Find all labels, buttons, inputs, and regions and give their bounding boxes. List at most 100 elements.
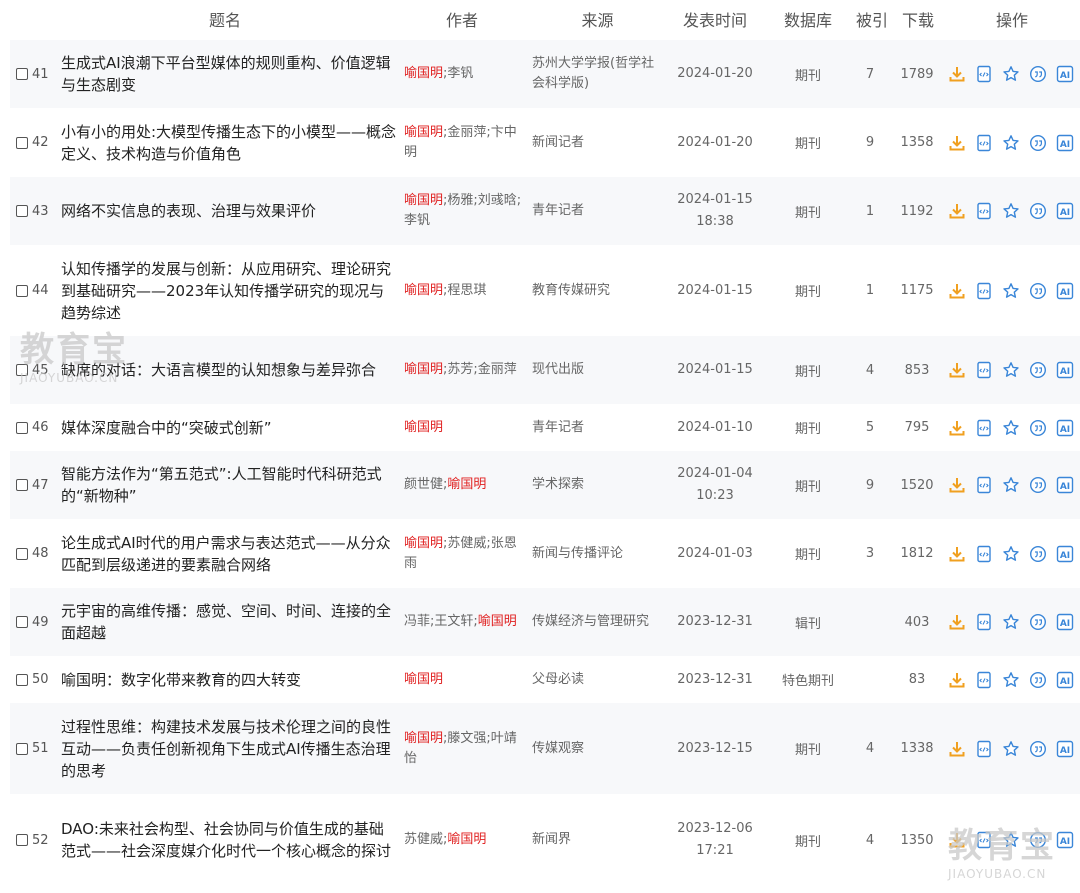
row-checkbox[interactable]: [16, 616, 28, 628]
ai-assistant-icon[interactable]: AI: [1055, 544, 1075, 564]
favorite-star-icon[interactable]: [1001, 739, 1021, 759]
article-title-link[interactable]: 缺席的对话：大语言模型的认知想象与差异弥合: [61, 359, 376, 381]
download-icon[interactable]: [947, 670, 967, 690]
html-read-icon[interactable]: [974, 281, 994, 301]
favorite-star-icon[interactable]: [1001, 201, 1021, 221]
source-link[interactable]: 新闻界: [532, 830, 571, 850]
cite-quote-icon[interactable]: [1028, 739, 1048, 759]
download-icon[interactable]: [947, 360, 967, 380]
cite-quote-icon[interactable]: [1028, 64, 1048, 84]
author-name[interactable]: 喻国明: [404, 420, 443, 435]
source-link[interactable]: 传媒经济与管理研究: [532, 612, 649, 632]
author-name[interactable]: 喻国明: [404, 731, 443, 746]
source-link[interactable]: 父母必读: [532, 670, 584, 690]
download-icon[interactable]: [947, 544, 967, 564]
author-name[interactable]: 喻国明: [404, 125, 443, 140]
row-checkbox[interactable]: [16, 479, 28, 491]
favorite-star-icon[interactable]: [1001, 360, 1021, 380]
row-checkbox[interactable]: [16, 284, 28, 297]
ai-assistant-icon[interactable]: AI: [1055, 133, 1075, 153]
html-read-icon[interactable]: [974, 201, 994, 221]
row-checkbox[interactable]: [16, 421, 28, 434]
download-icon[interactable]: [947, 281, 967, 301]
source-link[interactable]: 苏州大学学报(哲学社会科学版): [532, 54, 664, 94]
favorite-star-icon[interactable]: [1001, 281, 1021, 301]
source-link[interactable]: 新闻记者: [532, 133, 584, 153]
favorite-star-icon[interactable]: [1001, 670, 1021, 690]
cite-quote-icon[interactable]: [1028, 360, 1048, 380]
cite-quote-icon[interactable]: [1028, 830, 1048, 850]
html-read-icon[interactable]: [974, 64, 994, 84]
header-downloads[interactable]: 下载: [897, 0, 939, 40]
author-name[interactable]: 喻国明: [404, 283, 443, 298]
html-read-icon[interactable]: [974, 670, 994, 690]
download-icon[interactable]: [947, 64, 967, 84]
source-link[interactable]: 传媒观察: [532, 739, 584, 759]
author-name[interactable]: 喻国明: [404, 362, 443, 377]
row-checkbox[interactable]: [16, 68, 28, 80]
cite-quote-icon[interactable]: [1028, 544, 1048, 564]
html-read-icon[interactable]: [974, 475, 994, 495]
favorite-star-icon[interactable]: [1001, 418, 1021, 438]
header-cited[interactable]: 被引: [852, 0, 892, 40]
author-name[interactable]: 喻国明: [447, 832, 486, 847]
article-title-link[interactable]: 论生成式AI时代的用户需求与表达范式——从分众匹配到层级递进的要素融合网络: [61, 532, 398, 576]
ai-assistant-icon[interactable]: AI: [1055, 418, 1075, 438]
author-name[interactable]: 喻国明: [404, 193, 443, 208]
download-icon[interactable]: [947, 133, 967, 153]
source-link[interactable]: 现代出版: [532, 360, 584, 380]
cite-quote-icon[interactable]: [1028, 133, 1048, 153]
ai-assistant-icon[interactable]: AI: [1055, 670, 1075, 690]
row-checkbox[interactable]: [16, 673, 28, 686]
favorite-star-icon[interactable]: [1001, 64, 1021, 84]
ai-assistant-icon[interactable]: AI: [1055, 64, 1075, 84]
article-title-link[interactable]: 媒体深度融合中的“突破式创新”: [61, 417, 272, 439]
download-icon[interactable]: [947, 739, 967, 759]
ai-assistant-icon[interactable]: AI: [1055, 360, 1075, 380]
header-date[interactable]: 发表时间: [670, 0, 760, 40]
article-title-link[interactable]: 生成式AI浪潮下平台型媒体的规则重构、价值逻辑与生态剧变: [61, 52, 398, 96]
ai-assistant-icon[interactable]: AI: [1055, 739, 1075, 759]
download-icon[interactable]: [947, 201, 967, 221]
source-link[interactable]: 青年记者: [532, 201, 584, 221]
article-title-link[interactable]: 小有小的用处:大模型传播生态下的小模型——概念定义、技术构造与价值角色: [61, 121, 398, 165]
html-read-icon[interactable]: [974, 133, 994, 153]
article-title-link[interactable]: 元宇宙的高维传播：感觉、空间、时间、连接的全面超越: [61, 600, 398, 644]
html-read-icon[interactable]: [974, 544, 994, 564]
author-name[interactable]: 喻国明: [478, 614, 517, 629]
cite-quote-icon[interactable]: [1028, 418, 1048, 438]
cite-quote-icon[interactable]: [1028, 475, 1048, 495]
article-title-link[interactable]: 喻国明：数字化带来教育的四大转变: [61, 669, 301, 691]
article-title-link[interactable]: 网络不实信息的表现、治理与效果评价: [61, 200, 316, 222]
author-name[interactable]: 喻国明: [447, 477, 486, 492]
download-icon[interactable]: [947, 475, 967, 495]
ai-assistant-icon[interactable]: AI: [1055, 612, 1075, 632]
cite-quote-icon[interactable]: [1028, 670, 1048, 690]
html-read-icon[interactable]: [974, 360, 994, 380]
header-database[interactable]: 数据库: [768, 0, 848, 40]
download-icon[interactable]: [947, 418, 967, 438]
html-read-icon[interactable]: [974, 418, 994, 438]
article-title-link[interactable]: DAO:未来社会构型、社会协同与价值生成的基础范式——社会深度媒介化时代一个核心…: [61, 818, 398, 862]
html-read-icon[interactable]: [974, 612, 994, 632]
ai-assistant-icon[interactable]: AI: [1055, 475, 1075, 495]
row-checkbox[interactable]: [16, 547, 28, 560]
header-title[interactable]: 题名: [140, 0, 310, 40]
html-read-icon[interactable]: [974, 739, 994, 759]
html-read-icon[interactable]: [974, 830, 994, 850]
header-source[interactable]: 来源: [550, 0, 645, 40]
article-title-link[interactable]: 过程性思维：构建技术发展与技术伦理之间的良性互动——负责任创新视角下生成式AI传…: [61, 716, 398, 782]
row-checkbox[interactable]: [16, 742, 28, 755]
author-name[interactable]: 喻国明: [404, 66, 443, 81]
source-link[interactable]: 学术探索: [532, 475, 584, 495]
header-author[interactable]: 作者: [412, 0, 512, 40]
row-checkbox[interactable]: [16, 205, 28, 217]
author-name[interactable]: 喻国明: [404, 672, 443, 687]
cite-quote-icon[interactable]: [1028, 201, 1048, 221]
article-title-link[interactable]: 认知传播学的发展与创新：从应用研究、理论研究到基础研究——2023年认知传播学研…: [61, 258, 398, 324]
favorite-star-icon[interactable]: [1001, 830, 1021, 850]
cite-quote-icon[interactable]: [1028, 612, 1048, 632]
row-checkbox[interactable]: [16, 136, 28, 149]
favorite-star-icon[interactable]: [1001, 475, 1021, 495]
author-name[interactable]: 喻国明: [404, 536, 443, 551]
